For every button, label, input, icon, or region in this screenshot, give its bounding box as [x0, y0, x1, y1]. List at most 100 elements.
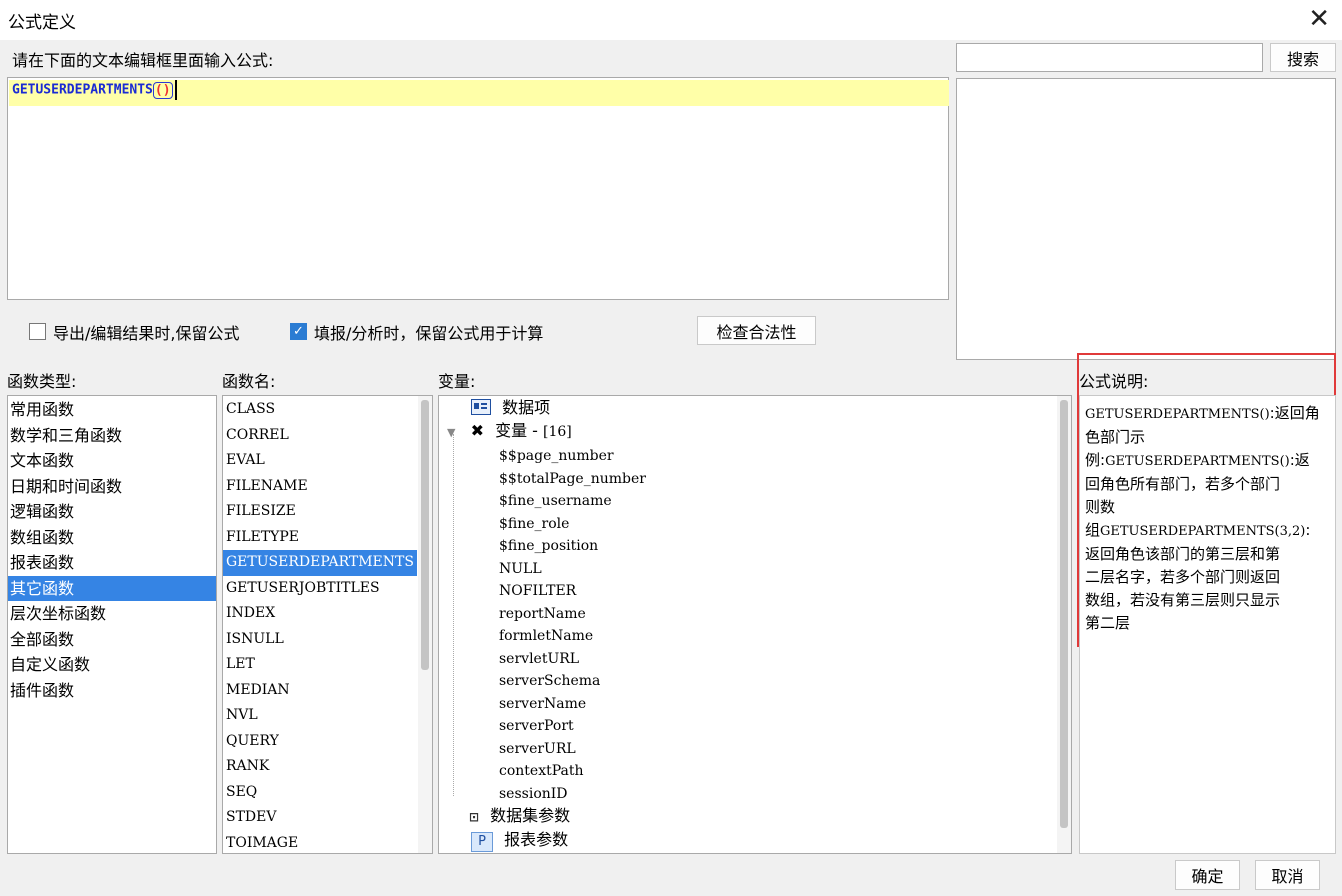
variable-item[interactable]: serverName: [439, 693, 646, 716]
variables-scrollbar[interactable]: [1057, 396, 1071, 853]
variable-item[interactable]: $fine_position: [439, 535, 646, 558]
check-validity-button[interactable]: 检查合法性: [697, 316, 816, 345]
description-line: 二层名字，若多个部门则返回: [1085, 566, 1331, 589]
scrollbar-thumb[interactable]: [1060, 400, 1068, 828]
variable-item[interactable]: servletURL: [439, 648, 646, 671]
search-results-list[interactable]: [956, 78, 1336, 360]
report-params-icon: P: [471, 832, 493, 852]
function-name-item[interactable]: ISNULL: [223, 627, 417, 653]
function-name-item[interactable]: INDEX: [223, 601, 417, 627]
function-type-item[interactable]: 日期和时间函数: [8, 474, 216, 500]
function-type-item[interactable]: 自定义函数: [8, 652, 216, 678]
formula-function-name: GETUSERDEPARTMENTS: [12, 82, 153, 98]
description-line: 数组，若没有第三层则只显示: [1085, 589, 1331, 612]
function-name-item[interactable]: QUERY: [223, 729, 417, 755]
function-names-header: 函数名:: [222, 372, 276, 391]
function-name-item[interactable]: MEDIAN: [223, 678, 417, 704]
tree-node-variables[interactable]: ▼ ✖ 变量 - [16]: [447, 420, 572, 443]
data-items-icon: [471, 399, 491, 415]
variable-item[interactable]: $fine_username: [439, 490, 646, 513]
variable-item[interactable]: $fine_role: [439, 513, 646, 536]
formula-text: GETUSERDEPARTMENTS(): [12, 80, 177, 100]
function-name-item[interactable]: NVL: [223, 703, 417, 729]
function-type-item[interactable]: 文本函数: [8, 448, 216, 474]
formula-editor[interactable]: GETUSERDEPARTMENTS(): [7, 77, 949, 300]
function-name-item[interactable]: SEQ: [223, 780, 417, 806]
function-name-item[interactable]: GETUSERJOBTITLES: [223, 576, 417, 602]
function-type-item[interactable]: 全部函数: [8, 627, 216, 653]
description-line: 组GETUSERDEPARTMENTS(3,2):: [1085, 519, 1331, 543]
description-text-part: 色部门示: [1085, 428, 1146, 446]
variable-item[interactable]: serverPort: [439, 715, 646, 738]
tree-node-data-items[interactable]: 数据项: [471, 397, 550, 420]
keep-formula-export-label: 导出/编辑结果时,保留公式: [53, 324, 240, 343]
function-name-item[interactable]: TOIMAGE: [223, 831, 417, 854]
variables-tree[interactable]: 数据项 ▼ ✖ 变量 - [16] $$page_number $$totalPa…: [438, 395, 1072, 854]
function-name-item[interactable]: FILETYPE: [223, 525, 417, 551]
variable-item[interactable]: serverSchema: [439, 670, 646, 693]
tree-node-dataset-params[interactable]: ⊡ 数据集参数: [469, 805, 570, 828]
description-panel: GETUSERDEPARTMENTS():返回角 色部门示 例:GETUSERDEP…: [1079, 395, 1336, 854]
variables-group-icon: ✖: [470, 421, 484, 440]
report-params-label: 报表参数: [504, 830, 569, 849]
function-names-scrollbar[interactable]: [418, 396, 432, 853]
variable-item[interactable]: formletName: [439, 625, 646, 648]
function-name-item[interactable]: STDEV: [223, 805, 417, 831]
function-name-item[interactable]: GETUSERDEPARTMENTS: [223, 550, 417, 576]
expand-arrow-icon[interactable]: ▼: [447, 426, 455, 439]
function-type-item[interactable]: 层次坐标函数: [8, 601, 216, 627]
function-names-list[interactable]: CLASS CORREL EVAL FILENAME FILESIZE FILETYPE G…: [222, 395, 433, 854]
function-name-item[interactable]: FILENAME: [223, 474, 417, 500]
description-text-part: 组: [1085, 521, 1101, 539]
function-types-header: 函数类型:: [7, 372, 77, 391]
function-types-list[interactable]: 常用函数 数学和三角函数 文本函数 日期和时间函数 逻辑函数 数组函数 报表函数 其它函数 层次…: [7, 395, 217, 854]
variable-item[interactable]: NOFILTER: [439, 580, 646, 603]
data-items-label: 数据项: [502, 398, 551, 417]
description-text-part: 则数: [1085, 498, 1116, 516]
variable-item[interactable]: serverURL: [439, 738, 646, 761]
description-text-part: :返回角: [1269, 404, 1320, 422]
ok-button[interactable]: 确定: [1175, 860, 1240, 890]
description-text-part: 返回角色该部门的第三层和第: [1085, 545, 1281, 563]
keep-formula-fill-checkbox[interactable]: ✓: [290, 323, 307, 340]
variable-item[interactable]: sessionID: [439, 783, 646, 806]
function-type-item[interactable]: 逻辑函数: [8, 499, 216, 525]
variable-item[interactable]: contextPath: [439, 760, 646, 783]
function-type-item[interactable]: 数组函数: [8, 525, 216, 551]
function-name-item[interactable]: RANK: [223, 754, 417, 780]
variable-item[interactable]: reportName: [439, 603, 646, 626]
dataset-params-label: 数据集参数: [490, 806, 571, 825]
function-type-item[interactable]: 数学和三角函数: [8, 423, 216, 449]
search-input[interactable]: [956, 43, 1263, 72]
search-button[interactable]: 搜索: [1270, 43, 1336, 72]
description-text-part: :返: [1289, 451, 1310, 469]
description-text: GETUSERDEPARTMENTS():返回角 色部门示 例:GETUSERDEP…: [1085, 402, 1331, 635]
title-bar: [0, 0, 1342, 40]
function-type-item[interactable]: 其它函数: [8, 575, 216, 601]
description-text-part: 例:: [1085, 451, 1106, 469]
function-type-item[interactable]: 报表函数: [8, 550, 216, 576]
tree-node-report-params[interactable]: P 报表参数: [471, 829, 568, 852]
window-title: 公式定义: [8, 13, 76, 33]
scrollbar-thumb[interactable]: [421, 400, 429, 670]
description-line: 色部门示: [1085, 426, 1331, 449]
variable-item[interactable]: $$totalPage_number: [439, 468, 646, 491]
variable-item[interactable]: NULL: [439, 558, 646, 581]
description-text-part: 二层名字，若多个部门则返回: [1085, 568, 1281, 586]
function-name-item[interactable]: LET: [223, 652, 417, 678]
function-name-item[interactable]: FILESIZE: [223, 499, 417, 525]
variables-header: 变量:: [438, 372, 476, 391]
function-type-item[interactable]: 常用函数: [8, 397, 216, 423]
close-icon[interactable]: ✕: [1308, 4, 1330, 34]
function-name-item[interactable]: EVAL: [223, 448, 417, 474]
description-text-part: 回角色所有部门，若多个部门: [1085, 475, 1281, 493]
formula-parens: (): [152, 81, 173, 99]
function-type-item[interactable]: 插件函数: [8, 678, 216, 704]
function-name-item[interactable]: CLASS: [223, 397, 417, 423]
cancel-button[interactable]: 取消: [1255, 860, 1320, 890]
function-name-item[interactable]: CORREL: [223, 423, 417, 449]
variable-item[interactable]: $$page_number: [439, 445, 646, 468]
keep-formula-export-checkbox[interactable]: [29, 323, 46, 340]
description-line: 第二层: [1085, 612, 1331, 635]
description-code: GETUSERDEPARTMENTS(): [1105, 454, 1290, 469]
